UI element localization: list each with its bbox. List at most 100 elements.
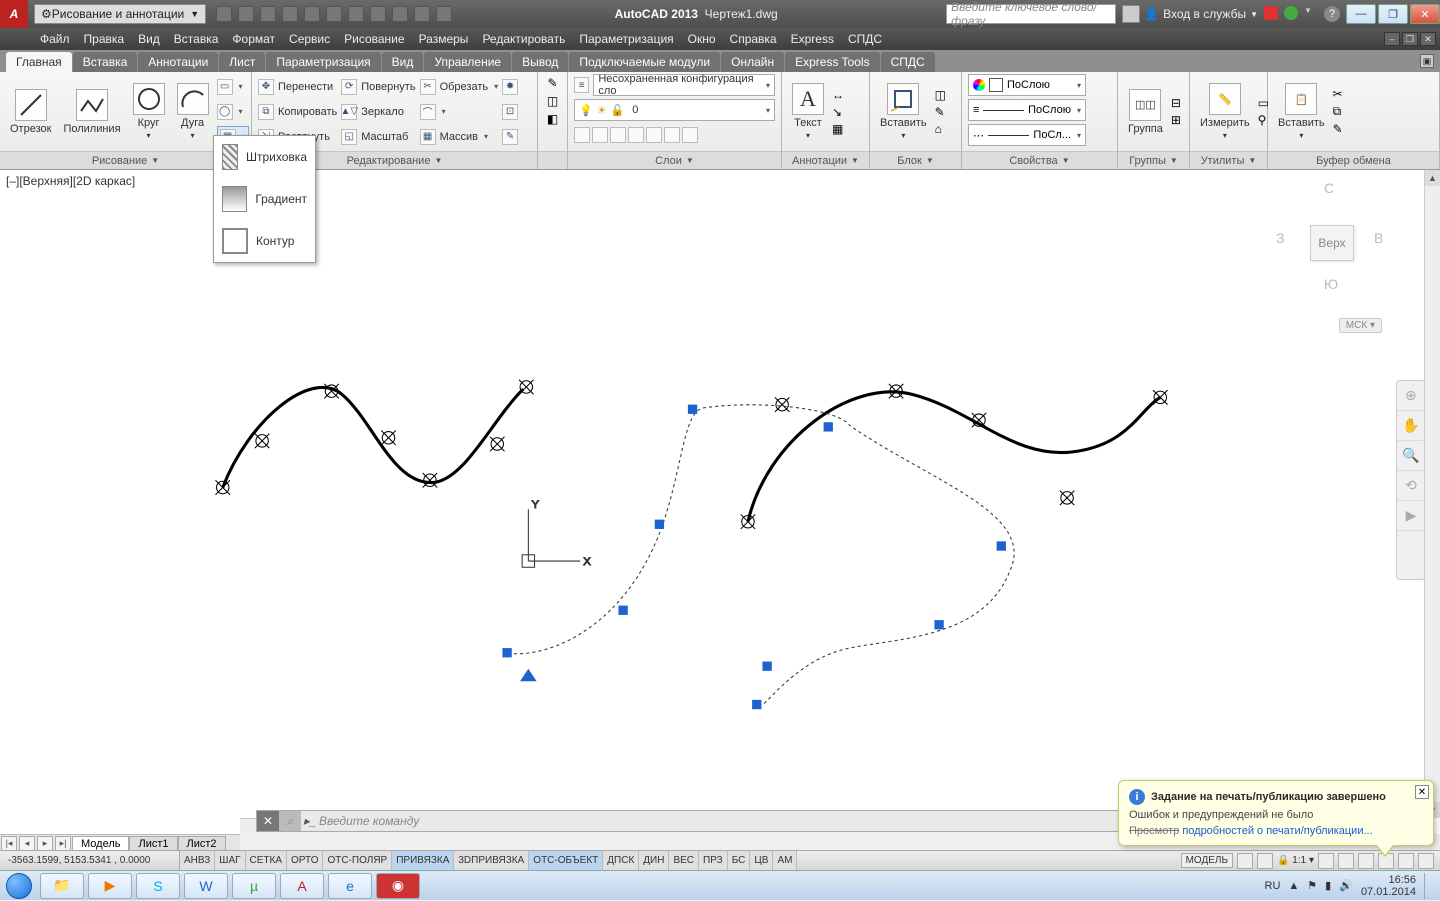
menu-express[interactable]: Express <box>791 32 834 46</box>
taskbar-word[interactable]: W <box>184 873 228 899</box>
status-toggle-орто[interactable]: ОРТО <box>287 851 323 870</box>
status-toggle-ам[interactable]: АМ <box>773 851 797 870</box>
menu-spds[interactable]: СПДС <box>848 32 882 46</box>
panel-title-groups[interactable]: Группы▼ <box>1118 151 1189 169</box>
menu-modify[interactable]: Редактировать <box>482 32 565 46</box>
menu-insert[interactable]: Вставка <box>174 32 219 46</box>
qat-extra1-icon[interactable] <box>370 6 386 22</box>
menu-file[interactable]: Файл <box>40 32 70 46</box>
copy-clip-icon[interactable]: ⧉ <box>1333 104 1343 119</box>
cmd-close-icon[interactable]: ✕ <box>257 811 279 831</box>
text-button[interactable]: A Текст▾ <box>788 81 828 142</box>
close-button[interactable]: ✕ <box>1410 4 1440 24</box>
taskbar-media[interactable]: ▶ <box>88 873 132 899</box>
status-toggle-дин[interactable]: ДИН <box>639 851 669 870</box>
annotation-scale[interactable]: 🔒 1:1 ▾ <box>1277 855 1314 866</box>
status-toggle-привязка[interactable]: ПРИВЯЗКА <box>392 851 454 870</box>
layer-props-icon[interactable]: ≡ <box>574 77 589 93</box>
menu-edit[interactable]: Правка <box>84 32 125 46</box>
dimension-icon[interactable]: ↔ <box>832 88 844 102</box>
menu-draw[interactable]: Рисование <box>344 32 404 46</box>
status-ws-switch-icon[interactable] <box>1338 853 1354 869</box>
leader-icon[interactable]: ↘ <box>832 105 844 119</box>
tab-plugins[interactable]: Подключаемые модули <box>569 52 720 72</box>
scale-button[interactable]: ◱Масштаб <box>341 126 415 148</box>
view-cube[interactable]: С Ю З В Верх <box>1270 180 1390 300</box>
viewcube-west[interactable]: З <box>1276 230 1284 246</box>
help-search-input[interactable]: Введите ключевое слово/фразу <box>946 4 1116 24</box>
status-toggle-сетка[interactable]: СЕТКА <box>246 851 288 870</box>
measure-button[interactable]: 📏Измерить▾ <box>1196 81 1254 142</box>
maximize-button[interactable]: ❐ <box>1378 4 1408 24</box>
edit-block-icon[interactable]: ✎ <box>935 105 946 119</box>
tab-manage[interactable]: Управление <box>424 52 511 72</box>
explode-icon[interactable]: ✸ <box>502 79 518 95</box>
menu-parametric[interactable]: Параметризация <box>579 32 673 46</box>
drawing-viewport[interactable]: [–][Верхняя][2D каркас] <box>0 170 1440 834</box>
panel-title-properties[interactable]: Свойства▼ <box>962 151 1117 169</box>
offset-icon[interactable]: ⊡ <box>502 104 518 120</box>
paste-button[interactable]: 📋Вставить▾ <box>1274 81 1329 142</box>
ellipse-icon[interactable]: ◯ <box>217 104 233 120</box>
group-edit-icon[interactable]: ⊞ <box>1171 113 1181 127</box>
flyout-hatch[interactable]: Штриховка <box>214 136 315 178</box>
status-toggle-шаг[interactable]: ШАГ <box>215 851 245 870</box>
qat-extra4-icon[interactable] <box>436 6 452 22</box>
status-toggle-дпск[interactable]: ДПСК <box>603 851 639 870</box>
status-toggle-отс-поляр[interactable]: ОТС-ПОЛЯР <box>323 851 392 870</box>
tray-volume-icon[interactable]: 🔊 <box>1339 879 1353 892</box>
qat-redo-icon[interactable] <box>348 6 364 22</box>
status-toggle-бс[interactable]: БС <box>728 851 751 870</box>
scroll-up-icon[interactable]: ▲ <box>1425 170 1440 186</box>
erase-icon[interactable]: ✎ <box>502 129 518 145</box>
arc-button[interactable]: Дуга▾ <box>173 81 213 142</box>
viewcube-top-face[interactable]: Верх <box>1310 225 1354 261</box>
color-dropdown[interactable]: ПоСлою▾ <box>968 74 1086 96</box>
exchange-globe-icon[interactable] <box>1284 6 1298 20</box>
tray-lang[interactable]: RU <box>1265 880 1281 892</box>
flyout-boundary[interactable]: Контур <box>214 220 315 262</box>
layout-sheet2[interactable]: Лист2 <box>178 836 226 851</box>
qat-save-icon[interactable] <box>260 6 276 22</box>
extra-icon-3[interactable]: ◧ <box>547 112 558 126</box>
status-isolate-icon[interactable] <box>1398 853 1414 869</box>
layer-dropdown[interactable]: 💡 ☀ 🔓 0 ▾ <box>574 99 775 121</box>
fillet-button[interactable]: ⌒▾ <box>420 101 499 123</box>
nav-pan-icon[interactable]: ✋ <box>1397 411 1425 441</box>
linetype-dropdown[interactable]: ⋯ ПоСл...▾ <box>968 124 1086 146</box>
tray-flag-icon[interactable]: ▲ <box>1288 880 1299 892</box>
taskbar-snagit[interactable]: ◉ <box>376 873 420 899</box>
ucs-badge[interactable]: МСК ▾ <box>1339 318 1382 333</box>
mdi-restore[interactable]: ❐ <box>1402 32 1418 46</box>
layer-state-dropdown[interactable]: Несохраненная конфигурация сло▾ <box>593 74 775 96</box>
menu-dimension[interactable]: Размеры <box>419 32 469 46</box>
tab-output[interactable]: Вывод <box>512 52 568 72</box>
viewcube-south[interactable]: Ю <box>1324 276 1338 292</box>
insert-block-button[interactable]: Вставить▾ <box>876 81 931 142</box>
balloon-close-button[interactable]: ✕ <box>1415 785 1429 799</box>
mdi-close[interactable]: ✕ <box>1420 32 1436 46</box>
search-icon[interactable] <box>1122 5 1140 23</box>
tray-clock[interactable]: 16:5607.01.2014 <box>1361 874 1416 898</box>
qat-saveas-icon[interactable] <box>282 6 298 22</box>
menu-help[interactable]: Справка <box>730 32 777 46</box>
layer-iso-icon[interactable] <box>628 127 644 143</box>
layer-lock-icon[interactable] <box>610 127 626 143</box>
mirror-button[interactable]: ▲▽Зеркало <box>341 101 415 123</box>
panel-title-block[interactable]: Блок▼ <box>870 151 961 169</box>
status-toggle-отс-объект[interactable]: ОТС-ОБЪЕКТ <box>529 851 603 870</box>
ungroup-icon[interactable]: ⊟ <box>1171 96 1181 110</box>
status-qv-drawings-icon[interactable] <box>1257 853 1273 869</box>
group-button[interactable]: ◫◫Группа <box>1124 87 1167 137</box>
sign-in-button[interactable]: 👤 Вход в службы ▼ <box>1144 7 1258 21</box>
taskbar-ie[interactable]: e <box>328 873 372 899</box>
vertical-scrollbar[interactable]: ▲ ▼ <box>1424 170 1440 818</box>
match-icon[interactable]: ✎ <box>1333 122 1343 136</box>
panel-title-layers[interactable]: Слои▼ <box>568 151 781 169</box>
workspace-dropdown[interactable]: ⚙ Рисование и аннотации ▼ <box>34 4 206 24</box>
qat-undo-icon[interactable] <box>326 6 342 22</box>
qat-extra3-icon[interactable] <box>414 6 430 22</box>
chevron-down-icon[interactable]: ▼ <box>1304 6 1318 20</box>
menu-window[interactable]: Окно <box>688 32 716 46</box>
nav-fullnav-icon[interactable]: ⊕ <box>1397 381 1425 411</box>
